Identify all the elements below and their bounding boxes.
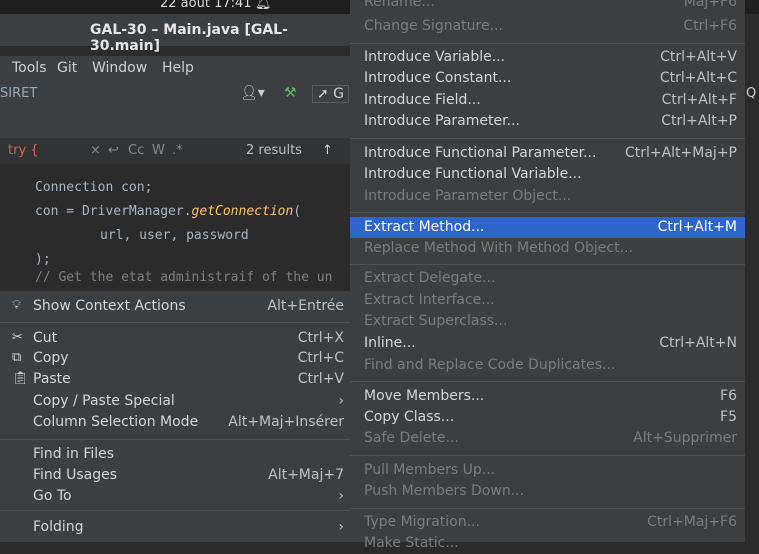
code-editor[interactable]: Connection con; con = DriverManager.getC… bbox=[0, 164, 350, 304]
match-case-icon[interactable]: Cc bbox=[128, 143, 144, 158]
menu-separator bbox=[350, 138, 745, 139]
bell-icon[interactable]: 🔔︎ bbox=[255, 0, 272, 11]
menu-tools[interactable]: Tools bbox=[12, 60, 47, 76]
find-in-files-item[interactable]: Find in Files bbox=[0, 444, 350, 464]
run-config-icon[interactable]: ➚ G bbox=[312, 85, 350, 103]
try-keyword-fragment: try { bbox=[8, 143, 39, 158]
refactor-submenu: Rename... Maj+F6 Change Signature... Ctr… bbox=[350, 0, 745, 551]
extract-delegate-item[interactable]: Extract Delegate... bbox=[350, 268, 745, 289]
submenu-arrow-icon: › bbox=[338, 519, 344, 535]
submenu-arrow-icon: › bbox=[338, 393, 344, 409]
introduce-parameter-object-item[interactable]: Introduce Parameter Object... bbox=[350, 186, 745, 207]
safe-delete-item[interactable]: Safe Delete... Alt+Supprimer bbox=[350, 428, 745, 449]
inline-item[interactable]: Inline... Ctrl+Alt+N bbox=[350, 333, 745, 354]
main-menu-bar: Tools Git Window Help bbox=[0, 56, 350, 82]
menu-window[interactable]: Window bbox=[92, 60, 147, 76]
window-title-bar: GAL-30 – Main.java [GAL-30.main] bbox=[0, 14, 350, 54]
new-line-icon[interactable]: ↩ bbox=[108, 143, 119, 158]
scissors-icon: ✂ bbox=[12, 330, 23, 345]
introduce-constant-item[interactable]: Introduce Constant... Ctrl+Alt+C bbox=[350, 68, 745, 89]
clear-search-icon[interactable]: × bbox=[90, 143, 101, 158]
previous-occurrence-icon[interactable]: ↑ bbox=[322, 143, 333, 158]
find-replace-duplicates-item[interactable]: Find and Replace Code Duplicates... bbox=[350, 355, 745, 376]
menu-separator bbox=[350, 212, 745, 213]
window-title: GAL-30 – Main.java [GAL-30.main] bbox=[90, 22, 288, 54]
code-line: Connection con; bbox=[35, 180, 153, 195]
code-line: url, user, password bbox=[100, 228, 249, 243]
breadcrumb-project[interactable]: SIRET bbox=[0, 86, 37, 101]
copy-item[interactable]: ⧉ Copy Ctrl+C bbox=[0, 348, 350, 368]
introduce-field-item[interactable]: Introduce Field... Ctrl+Alt+F bbox=[350, 90, 745, 111]
find-bar: try { × ↩ Cc W .* 2 results ↑ bbox=[0, 138, 350, 164]
search-results-count: 2 results bbox=[246, 143, 302, 158]
go-to-item[interactable]: Go To › bbox=[0, 486, 350, 506]
menu-separator bbox=[0, 322, 350, 323]
type-migration-item[interactable]: Type Migration... Ctrl+Maj+F6 bbox=[350, 512, 745, 533]
rename-item[interactable]: Rename... Maj+F6 bbox=[350, 0, 745, 13]
introduce-functional-parameter-item[interactable]: Introduce Functional Parameter... Ctrl+A… bbox=[350, 143, 745, 164]
code-line: con = DriverManager.getConnection( bbox=[35, 204, 302, 219]
code-comment-line: // Get the etat administraif of the un bbox=[35, 270, 333, 285]
menu-help[interactable]: Help bbox=[162, 60, 194, 76]
column-selection-mode-item[interactable]: Column Selection Mode Alt+Maj+Insérer bbox=[0, 412, 350, 432]
copy-class-item[interactable]: Copy Class... F5 bbox=[350, 407, 745, 428]
menu-separator bbox=[0, 439, 350, 440]
submenu-arrow-icon: › bbox=[338, 488, 344, 504]
menu-separator bbox=[350, 264, 745, 265]
right-edge-strip: Q bbox=[745, 14, 759, 542]
find-usages-item[interactable]: Find Usages Alt+Maj+7 bbox=[0, 465, 350, 485]
extract-method-item[interactable]: Extract Method... Ctrl+Alt+M bbox=[350, 217, 745, 238]
extract-interface-item[interactable]: Extract Interface... bbox=[350, 290, 745, 311]
code-line: ); bbox=[35, 252, 51, 267]
lightbulb-icon: 💡︎ bbox=[12, 298, 22, 313]
menu-git[interactable]: Git bbox=[57, 60, 77, 76]
copy-paste-special-item[interactable]: Copy / Paste Special › bbox=[0, 391, 350, 411]
paste-item[interactable]: 📋︎ Paste Ctrl+V bbox=[0, 369, 350, 389]
clock: 22 août 17:41 bbox=[160, 0, 252, 11]
show-context-actions-item[interactable]: 💡︎ Show Context Actions Alt+Entrée bbox=[0, 296, 350, 316]
copy-icon: ⧉ bbox=[12, 350, 22, 365]
user-icon[interactable]: 👤︎▾ bbox=[240, 85, 265, 101]
extract-superclass-item[interactable]: Extract Superclass... bbox=[350, 311, 745, 332]
menu-separator bbox=[350, 381, 745, 382]
move-members-item[interactable]: Move Members... F6 bbox=[350, 386, 745, 407]
replace-method-with-object-item[interactable]: Replace Method With Method Object... bbox=[350, 238, 745, 259]
search-glyph[interactable]: Q bbox=[746, 86, 756, 101]
menu-separator bbox=[0, 510, 350, 511]
pull-members-up-item[interactable]: Pull Members Up... bbox=[350, 460, 745, 481]
menu-separator bbox=[350, 43, 745, 44]
menu-separator bbox=[350, 455, 745, 456]
introduce-variable-item[interactable]: Introduce Variable... Ctrl+Alt+V bbox=[350, 47, 745, 68]
whole-words-icon[interactable]: W bbox=[152, 143, 165, 158]
nav-toolbar: SIRET 👤︎▾ ⚒ ➚ G bbox=[0, 82, 350, 108]
make-static-item[interactable]: Make Static... bbox=[350, 533, 745, 554]
introduce-functional-variable-item[interactable]: Introduce Functional Variable... bbox=[350, 164, 745, 185]
build-hammer-icon[interactable]: ⚒ bbox=[284, 85, 297, 101]
clipboard-icon: 📋︎ bbox=[12, 371, 29, 386]
change-signature-item[interactable]: Change Signature... Ctrl+F6 bbox=[350, 16, 745, 37]
folding-item[interactable]: Folding › bbox=[0, 517, 350, 537]
editor-context-menu: 💡︎ Show Context Actions Alt+Entrée ✂ Cut… bbox=[0, 291, 350, 542]
toolbar-filler bbox=[0, 108, 350, 138]
cut-item[interactable]: ✂ Cut Ctrl+X bbox=[0, 328, 350, 348]
introduce-parameter-item[interactable]: Introduce Parameter... Ctrl+Alt+P bbox=[350, 111, 745, 132]
regex-icon[interactable]: .* bbox=[172, 143, 183, 158]
menu-separator bbox=[350, 508, 745, 509]
push-members-down-item[interactable]: Push Members Down... bbox=[350, 481, 745, 502]
